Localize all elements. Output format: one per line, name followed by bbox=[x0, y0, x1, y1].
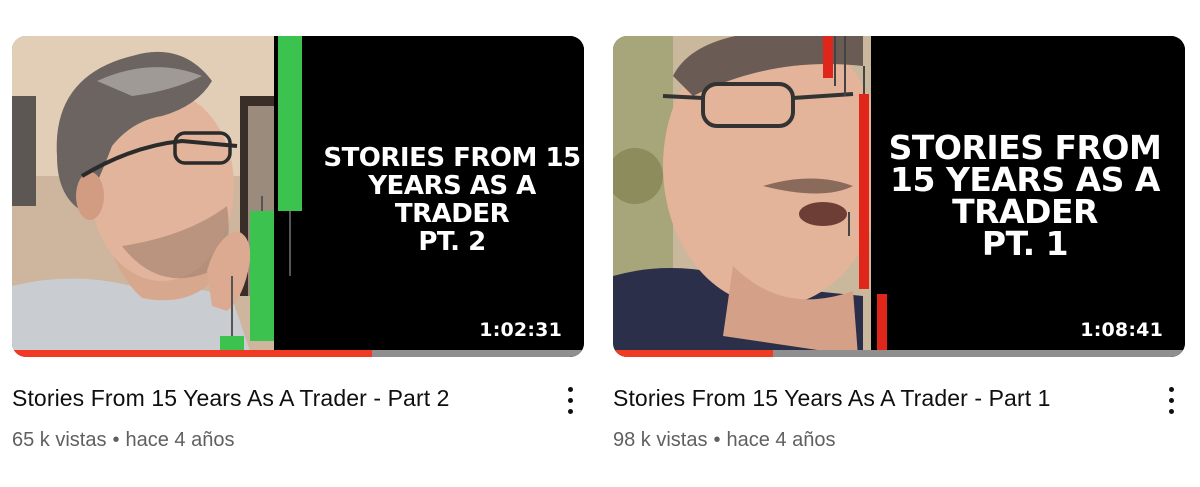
separator-dot: • bbox=[713, 429, 721, 451]
watch-progress-bar bbox=[613, 350, 1185, 357]
video-thumbnail[interactable]: STORIES FROM 15 YEARS AS A TRADER PT. 2 … bbox=[12, 36, 584, 357]
video-card[interactable]: STORIES FROM 15 YEARS AS A TRADER PT. 1 … bbox=[613, 36, 1185, 473]
video-details: Stories From 15 Years As A Trader - Part… bbox=[613, 383, 1185, 473]
view-count: 98 k vistas bbox=[613, 429, 708, 451]
video-thumbnail[interactable]: STORIES FROM 15 YEARS AS A TRADER PT. 1 … bbox=[613, 36, 1185, 357]
duration-badge: 1:02:31 bbox=[479, 319, 562, 341]
video-stats: 65 k vistas • hace 4 años bbox=[12, 429, 584, 452]
video-title[interactable]: Stories From 15 Years As A Trader - Part… bbox=[613, 383, 1185, 413]
thumbnail-caption: STORIES FROM 15 YEARS AS A TRADER PT. 2 bbox=[323, 143, 581, 257]
separator-dot: • bbox=[112, 429, 120, 451]
more-vert-icon[interactable] bbox=[1161, 387, 1181, 423]
upload-age: hace 4 años bbox=[726, 429, 836, 451]
video-details: Stories From 15 Years As A Trader - Part… bbox=[12, 383, 584, 473]
video-title[interactable]: Stories From 15 Years As A Trader - Part… bbox=[12, 383, 584, 413]
video-stats: 98 k vistas • hace 4 años bbox=[613, 429, 1185, 452]
watch-progress-fill bbox=[12, 350, 373, 357]
upload-age: hace 4 años bbox=[125, 429, 235, 451]
duration-badge: 1:08:41 bbox=[1080, 319, 1163, 341]
view-count: 65 k vistas bbox=[12, 429, 107, 451]
thumbnail-caption: STORIES FROM 15 YEARS AS A TRADER PT. 1 bbox=[888, 128, 1162, 263]
more-vert-icon[interactable] bbox=[560, 387, 580, 423]
video-card[interactable]: STORIES FROM 15 YEARS AS A TRADER PT. 2 … bbox=[12, 36, 584, 473]
watch-progress-fill bbox=[613, 350, 774, 357]
watch-progress-bar bbox=[12, 350, 584, 357]
